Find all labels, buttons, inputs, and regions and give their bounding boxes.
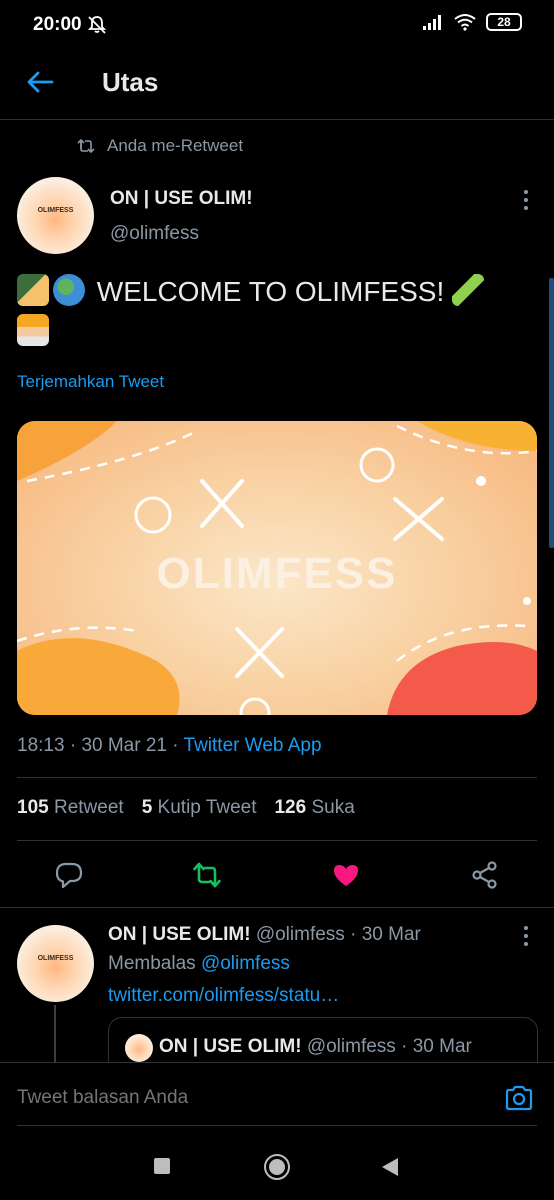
header: Utas bbox=[0, 52, 554, 120]
battery-level: 28 bbox=[497, 15, 511, 29]
author-handle[interactable]: @olimfess bbox=[110, 223, 199, 245]
media-title: OLIMFESS bbox=[156, 549, 398, 598]
home-button[interactable] bbox=[264, 1154, 290, 1180]
divider bbox=[0, 907, 554, 908]
retweet-icon[interactable] bbox=[192, 860, 222, 890]
quotes-stat[interactable]: 5 Kutip Tweet bbox=[142, 797, 257, 819]
divider bbox=[17, 777, 537, 778]
heart-icon[interactable] bbox=[331, 860, 361, 890]
reply-url-link[interactable]: twitter.com/olimfess/statu… bbox=[108, 985, 339, 1007]
avatar[interactable]: OLIMFESS bbox=[17, 177, 94, 254]
tweet-meta: 18:13 · 30 Mar 21 · Twitter Web App bbox=[17, 735, 322, 756]
teacher-emoji-icon bbox=[17, 274, 49, 306]
thread-line bbox=[54, 1005, 56, 1065]
share-icon[interactable] bbox=[470, 860, 500, 890]
author-name[interactable]: ON | USE OLIM! bbox=[110, 188, 253, 210]
reply-avatar[interactable]: OLIMFESS bbox=[17, 925, 94, 1002]
signal-icon bbox=[423, 15, 441, 30]
tweet-date: 30 Mar 21 bbox=[81, 735, 167, 756]
composer-divider bbox=[17, 1125, 537, 1126]
retweet-context-label: Anda me-Retweet bbox=[107, 136, 244, 155]
comment-icon[interactable] bbox=[54, 860, 84, 890]
test-tube-emoji-icon bbox=[452, 274, 485, 306]
recent-apps-button[interactable] bbox=[154, 1158, 170, 1174]
page-title: Utas bbox=[102, 67, 159, 97]
tweet-time: 18:13 bbox=[17, 735, 65, 756]
reply-more-options-icon[interactable] bbox=[522, 926, 530, 946]
likes-stat[interactable]: 126 Suka bbox=[274, 797, 354, 819]
tweet-media-image[interactable]: OLIMFESS bbox=[17, 421, 537, 715]
retweet-context: Anda me-Retweet bbox=[77, 136, 243, 156]
retweets-stat[interactable]: 105 Retweet bbox=[17, 797, 124, 819]
tweet-actions bbox=[0, 850, 554, 900]
system-navbar bbox=[0, 1130, 554, 1200]
scientist-emoji-icon bbox=[17, 314, 49, 346]
reply-composer bbox=[0, 1062, 554, 1126]
status-bar: 20:00 28 bbox=[0, 0, 554, 52]
globe-emoji-icon bbox=[53, 274, 85, 306]
more-options-icon[interactable] bbox=[522, 190, 530, 210]
status-time: 20:00 bbox=[33, 14, 82, 35]
wifi-icon bbox=[454, 14, 476, 31]
reply-avatar-logo: OLIMFESS bbox=[37, 955, 74, 962]
arrow-left-icon[interactable] bbox=[24, 66, 56, 98]
back-button[interactable] bbox=[381, 1157, 399, 1177]
replying-to-handle[interactable]: @olimfess bbox=[201, 953, 290, 974]
quote-author: ON | USE OLIM! @olimfess · 30 Mar bbox=[159, 1036, 472, 1057]
tweet-body: WELCOME TO OLIMFESS! bbox=[96, 276, 445, 307]
battery-indicator: 28 bbox=[486, 13, 522, 31]
divider bbox=[17, 840, 537, 841]
tweet-text: WELCOME TO OLIMFESS! bbox=[17, 272, 527, 352]
reply-author[interactable]: ON | USE OLIM! @olimfess · 30 Mar bbox=[108, 924, 421, 946]
notifications-muted-icon bbox=[87, 16, 107, 34]
scrollbar[interactable] bbox=[549, 278, 554, 548]
reply-input[interactable] bbox=[17, 1087, 467, 1109]
camera-icon[interactable] bbox=[504, 1083, 534, 1113]
tweet-stats: 105 Retweet 5 Kutip Tweet 126 Suka bbox=[17, 797, 355, 819]
avatar-logo: OLIMFESS bbox=[37, 207, 74, 214]
retweet-small-icon bbox=[77, 138, 95, 154]
replying-to: Membalas @olimfess bbox=[108, 953, 290, 974]
translate-tweet-link[interactable]: Terjemahkan Tweet bbox=[17, 372, 164, 392]
tweet-source[interactable]: Twitter Web App bbox=[184, 735, 322, 756]
quote-avatar bbox=[125, 1034, 153, 1062]
